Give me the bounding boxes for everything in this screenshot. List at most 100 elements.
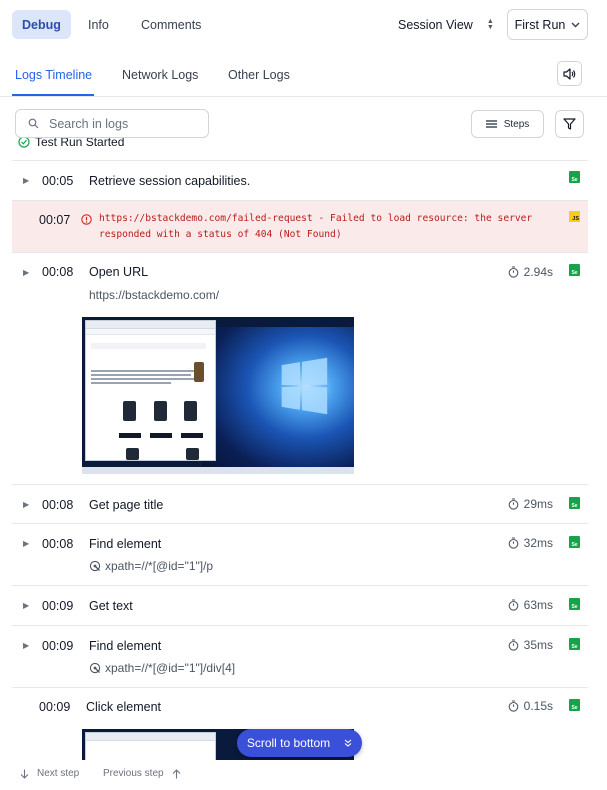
selenium-icon: Se [569,598,580,610]
selenium-icon: Se [569,699,580,711]
expand-caret-icon[interactable]: ▶ [23,641,29,650]
previous-step-label: Previous step [103,768,164,779]
active-tab-indicator [12,94,94,96]
stopwatch-icon [508,700,518,712]
log-time: 00:09 [39,700,71,714]
wallpaper-glow [202,327,354,474]
log-time: 00:08 [42,537,74,551]
log-time: 00:08 [42,498,74,512]
expand-caret-icon[interactable]: ▶ [23,601,29,610]
log-detail: https://bstackdemo.com/ [89,288,220,302]
log-label: Click element [86,700,162,714]
scroll-to-bottom-label: Scroll to bottom [246,736,331,750]
log-tabs: Logs Timeline Network Logs Other Logs [0,55,607,97]
log-row[interactable]: ▶ 00:08 Open URL https://bstackdemo.com/… [12,252,588,484]
log-duration: 32ms [508,536,553,550]
stopwatch-icon [508,266,518,278]
log-duration-value: 32ms [523,536,553,550]
locator-icon [89,560,101,572]
tab-other-logs[interactable]: Other Logs [228,68,290,82]
top-bar: Debug Info Comments Session View ▲ ▼ Firs… [0,0,607,50]
log-duration: 2.94s [508,265,553,279]
search-box [15,109,209,138]
log-time: 00:05 [42,174,74,188]
selenium-icon: Se [569,536,580,548]
stopwatch-icon [508,639,519,651]
expand-caret-icon[interactable]: ▶ [23,176,29,185]
log-time: 00:08 [42,265,74,279]
log-time: 00:09 [42,639,74,653]
next-step-button[interactable]: Next step [20,768,79,779]
log-duration-value: 0.15s [523,699,553,713]
chevron-down-icon [571,22,580,27]
browser-window [85,320,216,461]
error-icon [81,214,92,225]
log-time: 00:09 [42,599,74,613]
log-duration: 63ms [508,598,553,612]
log-duration: 0.15s [508,699,553,713]
log-label: Find element [89,537,162,551]
sound-button[interactable] [557,61,582,86]
log-row[interactable]: ▶ 00:09 Get text 63ms Se [12,585,588,625]
log-time: 00:07 [39,213,71,227]
selenium-icon: Se [569,171,580,183]
tab-comments[interactable]: Comments [131,10,211,39]
steps-button[interactable]: Steps [471,110,544,138]
log-label: Get page title [89,498,164,512]
tab-info[interactable]: Info [78,10,119,39]
selenium-icon: Se [569,638,580,650]
next-step-label: Next step [37,768,80,779]
log-duration-value: 29ms [523,497,553,511]
locator-icon [89,662,101,674]
run-select[interactable]: First Run [507,9,588,40]
stopwatch-icon [508,537,519,549]
log-detail-text: xpath=//*[@id="1"]/div[4] [105,661,236,675]
log-row[interactable]: ▶ 00:08 Find element xpath=//*[@id="1"]/… [12,523,588,585]
session-view-toggle[interactable]: Session View ▲ ▼ [398,10,494,39]
log-label: Get text [89,599,133,613]
log-detail: xpath=//*[@id="1"]/div[4] [89,661,235,675]
search-icon [28,118,39,129]
steps-label: Steps [503,118,530,130]
log-row[interactable]: ▶ 00:09 Find element xpath=//*[@id="1"]/… [12,625,588,687]
log-row[interactable]: ▶ 00:05 Retrieve session capabilities. S… [12,160,588,200]
session-view-label: Session View [398,17,473,32]
arrow-down-icon [20,769,29,779]
log-row-error[interactable]: 00:07 https://bstackdemo.com/failed-requ… [12,200,588,252]
log-duration-value: 35ms [523,638,553,652]
tab-debug[interactable]: Debug [12,10,71,39]
stopwatch-icon [508,498,519,510]
log-detail: xpath=//*[@id="1"]/p [89,559,213,573]
screenshot-thumbnail[interactable] [82,317,354,474]
menu-lines-icon [485,120,497,128]
previous-step-button[interactable]: Previous step [103,768,181,779]
selenium-icon: Se [569,497,580,509]
speaker-icon [563,67,576,80]
expand-caret-icon[interactable]: ▶ [23,268,29,277]
run-select-value: First Run [514,17,566,32]
log-label: Open URL [89,265,149,279]
double-chevron-down-icon [344,739,352,747]
windows-logo [281,357,328,415]
log-label: Find element [89,639,162,653]
search-input[interactable] [49,116,189,131]
log-row[interactable]: ▶ 00:08 Get page title 29ms Se [12,484,588,523]
expand-caret-icon[interactable]: ▶ [23,500,29,509]
scroll-to-bottom-button[interactable]: Scroll to bottom [237,729,362,757]
tab-logs-timeline[interactable]: Logs Timeline [15,68,92,82]
error-message: https://bstackdemo.com/failed-request - … [99,213,533,240]
stopwatch-icon [508,599,519,611]
log-duration-value: 2.94s [523,265,553,279]
filter-button[interactable] [555,110,584,138]
log-duration: 35ms [508,638,553,652]
log-duration-value: 63ms [523,598,553,612]
step-navigation: Next step Previous step [0,760,607,790]
arrow-up-icon [172,768,180,778]
js-console-icon: JS [569,211,580,222]
filter-icon [563,118,576,130]
selenium-icon: Se [569,264,580,276]
expand-caret-icon[interactable]: ▶ [23,539,29,548]
tab-network-logs[interactable]: Network Logs [122,68,198,82]
log-duration: 29ms [508,497,553,511]
taskbar [82,467,354,474]
